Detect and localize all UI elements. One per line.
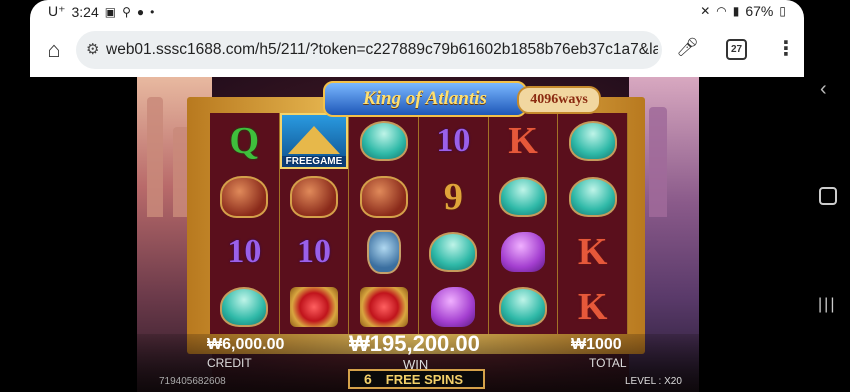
reel-cell: [349, 224, 419, 279]
symbol-9: 9: [443, 175, 463, 218]
reel-cell: [558, 113, 628, 169]
slot-game[interactable]: Q FREEGAME 10 K 9 10 10 K K King of Atlantis 409…: [137, 77, 699, 392]
dot-icon: •: [150, 4, 155, 19]
reel-cell: [210, 169, 280, 224]
free-spins-counter: 6 FREE SPINS: [348, 369, 485, 389]
status-bar: U⁺ 3:24 ▣ ⚲ ● • ✕ ◠ ▮ 67% ▯: [30, 0, 804, 24]
reel-cell: 10: [280, 224, 350, 279]
battery-icon: ▯: [779, 4, 786, 18]
level-label: LEVEL : X20: [625, 376, 682, 387]
credit-value: ₩6,000.00: [207, 336, 285, 353]
urn-symbol-icon: [220, 175, 269, 218]
link-icon: ⚲: [122, 4, 131, 19]
symbol-k: K: [577, 230, 608, 273]
wifi-icon: ◠: [716, 4, 727, 18]
total-bet-label: TOTAL: [589, 356, 627, 370]
symbol-q: Q: [229, 120, 260, 162]
reel-cell: [489, 224, 559, 279]
reel-cell: [419, 279, 489, 334]
shell-symbol-icon: [568, 176, 617, 217]
reel-cell: FREEGAME: [279, 113, 350, 169]
reel-cell: 9: [419, 169, 489, 224]
reel-grid[interactable]: Q FREEGAME 10 K 9 10 10 K K: [210, 113, 628, 334]
back-icon[interactable]: ‹: [820, 78, 827, 101]
symbol-k: K: [508, 120, 538, 162]
reel-cell: K: [489, 113, 559, 169]
reel-cell: 10: [210, 224, 280, 279]
microphone-icon[interactable]: 🎤︎: [676, 37, 699, 58]
reel-cell: [489, 279, 559, 334]
urn-symbol-icon: [359, 175, 408, 218]
reel-cell: [210, 279, 280, 334]
reel-cell: [349, 169, 419, 224]
free-spins-label: FREE SPINS: [385, 371, 464, 387]
battery-label: 67%: [745, 3, 774, 19]
shell-symbol-icon: [220, 286, 269, 327]
game-title-banner: King of Atlantis: [323, 81, 527, 117]
game-title: King of Atlantis: [363, 88, 487, 109]
gem-symbol-icon: [289, 286, 338, 327]
shell-symbol-icon: [429, 231, 478, 272]
bottle-symbol-icon: [366, 229, 401, 274]
symbol-10: 10: [296, 232, 331, 270]
shell-symbol-icon: [498, 286, 547, 327]
reel-cell: [349, 279, 419, 334]
total-bet-value[interactable]: ₩1000: [571, 336, 622, 354]
url-bar[interactable]: ⚙ web01.sssc1688.com/h5/211/?token=c2278…: [76, 31, 662, 69]
symbol-10: 10: [227, 232, 262, 270]
pyramid-icon: [287, 126, 340, 154]
freegame-label: FREEGAME: [281, 156, 346, 167]
tab-switcher-button[interactable]: 27: [726, 39, 747, 60]
mute-icon: ✕: [700, 4, 711, 18]
shell-symbol-icon: [568, 121, 617, 161]
reel-cell: [280, 169, 350, 224]
symbol-k: K: [577, 285, 608, 328]
reel-cell: [558, 169, 628, 224]
time-label: 3:24: [71, 3, 99, 20]
overflow-menu-icon[interactable]: ⋮: [776, 36, 796, 61]
reel-cell: Q: [210, 113, 280, 169]
reel-cell: [280, 279, 350, 334]
shell-symbol-icon: [498, 176, 547, 217]
tower-decoration: [147, 97, 163, 217]
browser-toolbar: ⌂ ⚙ web01.sssc1688.com/h5/211/?token=c22…: [30, 24, 804, 77]
horse-symbol-icon: [431, 286, 476, 327]
reel-cell: [349, 113, 419, 169]
gallery-icon: ▣: [104, 4, 117, 19]
ways-badge: 4096ways: [517, 86, 601, 114]
shell-symbol-icon: [359, 121, 408, 161]
reel-cell: K: [558, 279, 628, 334]
home-nav-button[interactable]: [819, 187, 837, 205]
signal-icon: ▮: [732, 4, 740, 18]
tower-decoration: [649, 107, 667, 217]
reel-cell: [419, 224, 489, 279]
urn-symbol-icon: [289, 175, 338, 218]
freegame-symbol: FREEGAME: [279, 113, 348, 169]
reel-cell: [489, 169, 559, 224]
symbol-10: 10: [436, 122, 471, 159]
gem-symbol-icon: [359, 286, 408, 327]
carrier-label: U⁺: [48, 3, 66, 19]
recents-icon[interactable]: |||: [818, 296, 836, 314]
free-spins-count: 6: [364, 371, 372, 387]
reel-cell: K: [558, 224, 628, 279]
chat-icon: ●: [136, 4, 145, 19]
reel-cell: 10: [419, 113, 489, 169]
round-serial: 719405682608: [159, 376, 226, 387]
horse-symbol-icon: [500, 231, 545, 272]
site-settings-icon[interactable]: ⚙: [86, 40, 99, 58]
win-value: ₩195,200.00: [349, 331, 480, 356]
home-icon[interactable]: ⌂: [40, 36, 68, 64]
credit-label: CREDIT: [207, 356, 252, 370]
url-text[interactable]: web01.sssc1688.com/h5/211/?token=c227889…: [106, 41, 658, 59]
